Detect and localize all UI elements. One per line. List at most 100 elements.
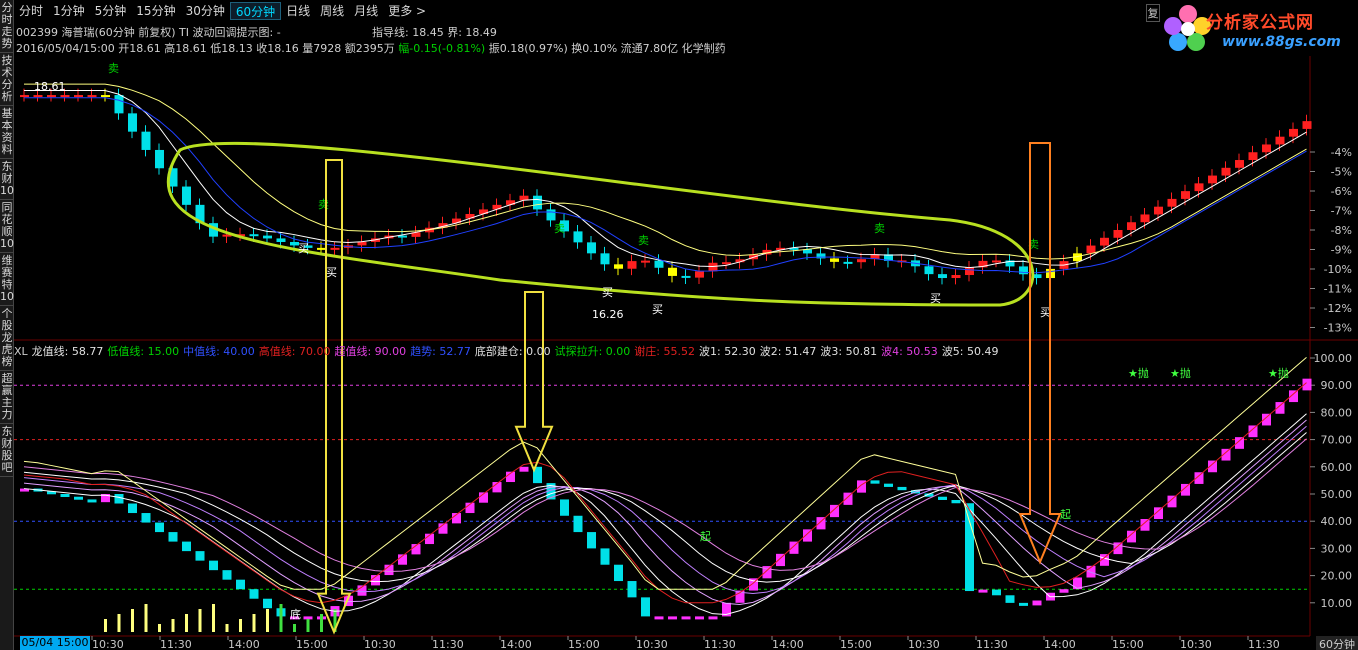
candle bbox=[330, 247, 340, 250]
candle bbox=[533, 195, 542, 210]
candle bbox=[1302, 121, 1312, 129]
candle bbox=[857, 259, 866, 263]
ind-bar bbox=[222, 570, 232, 580]
buy-signal: 买 bbox=[930, 292, 941, 305]
indicator-field-1: 低值线: 15.00 bbox=[107, 345, 180, 358]
sell-signal: 卖 bbox=[638, 234, 649, 247]
ind-axis-label: 30.00 bbox=[1321, 542, 1353, 555]
candle bbox=[1194, 183, 1204, 192]
candle bbox=[1289, 128, 1298, 137]
bottom-signal-bar bbox=[198, 609, 202, 632]
ind-bar bbox=[263, 598, 272, 609]
indicator-field-2: 中值线: 40.00 bbox=[183, 345, 255, 358]
ind-bar bbox=[587, 532, 596, 549]
ind-bar bbox=[627, 581, 637, 598]
candle bbox=[155, 149, 164, 169]
candle bbox=[708, 262, 718, 272]
indicator-field-11: 波3: 50.81 bbox=[820, 345, 878, 358]
candle bbox=[60, 95, 70, 98]
candle bbox=[668, 267, 677, 276]
candle bbox=[1181, 191, 1190, 199]
candle bbox=[951, 275, 961, 279]
price-axis-label: -7% bbox=[1331, 205, 1352, 218]
bottom-signal-bar bbox=[239, 619, 242, 632]
ind-bar bbox=[74, 496, 83, 500]
ind-bar bbox=[978, 589, 988, 593]
ind-axis-label: 90.00 bbox=[1321, 379, 1353, 392]
candle bbox=[1113, 230, 1123, 238]
ind-axis-label: 100.00 bbox=[1314, 352, 1353, 365]
ind-bar bbox=[1059, 589, 1069, 593]
candle bbox=[1248, 152, 1258, 161]
time-axis-label: 10:30 bbox=[364, 638, 396, 650]
bottom-signal-bar bbox=[158, 624, 161, 632]
time-axis-label: 11:30 bbox=[1248, 638, 1280, 650]
time-axis-label: 11:30 bbox=[976, 638, 1008, 650]
price-axis-label: -12% bbox=[1324, 302, 1352, 315]
candle bbox=[641, 260, 650, 263]
indicator-field-12: 波4: 50.53 bbox=[881, 345, 938, 358]
indicator-field-7: 试探拉升: 0.00 bbox=[554, 345, 631, 358]
ind-axis-label: 20.00 bbox=[1321, 570, 1353, 583]
throw-marker: ★抛 bbox=[1170, 366, 1191, 380]
price-axis-label: -8% bbox=[1331, 224, 1352, 237]
ind-bar bbox=[87, 499, 97, 503]
bottom-signal-bar bbox=[320, 614, 323, 632]
sell-signal: 卖 bbox=[318, 198, 329, 211]
wave-line-4 bbox=[23, 432, 1307, 583]
candle bbox=[1167, 198, 1177, 207]
candle bbox=[1140, 214, 1150, 223]
candle bbox=[695, 271, 704, 278]
candle bbox=[249, 234, 259, 237]
candle bbox=[1221, 167, 1231, 176]
time-axis-label: 15:00 bbox=[568, 638, 600, 650]
candle bbox=[843, 261, 853, 264]
candle bbox=[1100, 237, 1109, 246]
ind-axis-label: 50.00 bbox=[1321, 488, 1353, 501]
indicator-field-0: 龙值线: 58.77 bbox=[31, 345, 104, 358]
sell-signal: 卖 bbox=[108, 62, 119, 75]
ind-axis-label: 80.00 bbox=[1321, 406, 1353, 419]
ind-bar bbox=[951, 499, 961, 504]
ind-bar bbox=[870, 480, 880, 484]
time-axis-label: 11:30 bbox=[704, 638, 736, 650]
bottom-signal-bar bbox=[104, 619, 107, 632]
ind-axis-label: 40.00 bbox=[1321, 515, 1353, 528]
candle bbox=[654, 260, 664, 268]
indicator-field-8: 谢庄: 55.52 bbox=[634, 345, 695, 358]
indicator-field-13: 波5: 50.49 bbox=[941, 345, 999, 358]
signal-arrow bbox=[316, 159, 352, 635]
highlight-ellipse bbox=[166, 141, 1035, 307]
time-axis-label: 15:00 bbox=[1112, 638, 1144, 650]
indicator-field-10: 波2: 51.47 bbox=[759, 345, 817, 358]
candle bbox=[276, 238, 286, 242]
bottom-signal-bar bbox=[279, 604, 283, 632]
ma-line-blue bbox=[24, 97, 1307, 274]
throw-marker: ★抛 bbox=[1268, 366, 1289, 380]
candle bbox=[938, 274, 947, 279]
sell-signal: 卖 bbox=[874, 222, 885, 235]
ind-bar bbox=[519, 466, 529, 472]
ind-bar bbox=[114, 494, 124, 504]
bottom-signal-bar bbox=[225, 624, 229, 632]
ind-bar bbox=[303, 616, 313, 620]
current-date-box: 05/04 15:00 bbox=[20, 636, 90, 650]
indicator-header: XL 龙值线: 58.77 低值线: 15.00 中值线: 40.00 高值线: 70.… bbox=[14, 343, 1003, 359]
time-axis-label: 14:00 bbox=[228, 638, 260, 650]
candle bbox=[924, 266, 934, 275]
signal-arrow bbox=[1018, 142, 1062, 565]
candle bbox=[546, 209, 556, 221]
time-axis-label: 11:30 bbox=[432, 638, 464, 650]
bottom-marker: 底 bbox=[290, 607, 301, 621]
bottom-signal-bar bbox=[293, 624, 296, 632]
bottom-signal-bar bbox=[117, 614, 121, 632]
indicator-field-3: 高值线: 70.00 bbox=[258, 345, 331, 358]
price-axis-label: -6% bbox=[1331, 185, 1352, 198]
candle bbox=[1208, 175, 1217, 184]
time-axis-label: 15:00 bbox=[840, 638, 872, 650]
buy-signal: 买 bbox=[602, 286, 613, 299]
throw-marker: ★抛 bbox=[1128, 366, 1149, 380]
candle bbox=[101, 95, 110, 98]
ind-bar bbox=[1019, 602, 1028, 606]
candle bbox=[114, 95, 124, 114]
